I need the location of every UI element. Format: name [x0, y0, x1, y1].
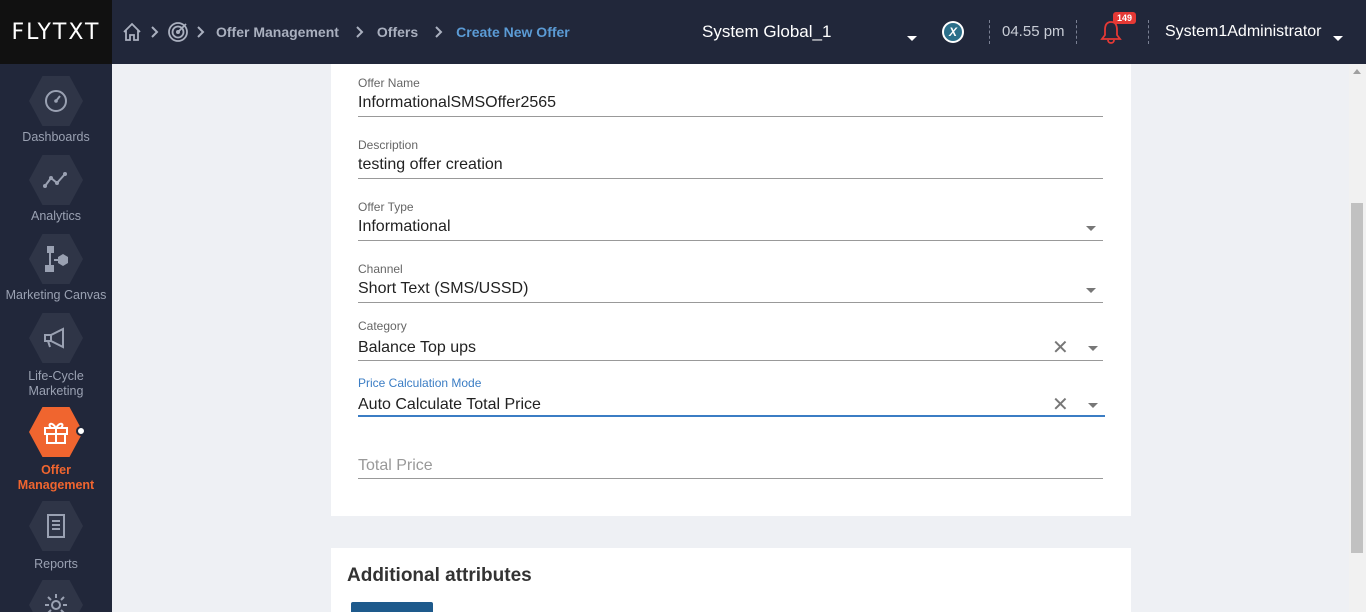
category-label: Category [358, 319, 407, 333]
sidebar-item-label: Analytics [30, 209, 82, 223]
clear-icon[interactable]: ✕ [1052, 394, 1069, 414]
breadcrumb-offer-management[interactable]: Offer Management [216, 24, 339, 40]
category-select[interactable]: Category Balance Top ups ✕ [358, 319, 1103, 363]
scroll-up-icon[interactable] [1353, 69, 1361, 74]
total-price-underline [358, 478, 1103, 479]
description-underline [358, 178, 1103, 179]
divider [1148, 20, 1149, 44]
sidebar-item-label: Offer Management [17, 463, 95, 492]
offer-name-input[interactable]: InformationalSMSOffer2565 [358, 94, 556, 112]
logo-container[interactable]: FLYTXT [0, 0, 112, 64]
organization-selector[interactable]: System Global_1 [702, 22, 831, 42]
category-value[interactable]: Balance Top ups [358, 339, 476, 357]
target-icon[interactable] [166, 20, 190, 44]
x-app-icon[interactable]: X [942, 21, 964, 43]
caret-down-icon[interactable] [1088, 346, 1098, 351]
sidebar-item-label: Reports [34, 557, 78, 571]
additional-attributes-card: Additional attributes [331, 548, 1131, 612]
offer-name-underline [358, 116, 1103, 117]
price-calculation-mode-underline [358, 415, 1105, 417]
breadcrumb-create-new-offer: Create New Offer [456, 24, 570, 40]
sidebar-item-analytics[interactable]: Analytics [0, 155, 112, 224]
gear-icon [29, 580, 83, 612]
chevron-right-icon [144, 20, 166, 44]
chevron-right-icon [428, 20, 450, 44]
clock-time: 04.55 pm [1002, 23, 1065, 40]
sidebar-item-life-cycle-marketing[interactable]: Life-Cycle Marketing [0, 313, 112, 399]
caret-down-icon[interactable] [1086, 288, 1096, 293]
sidebar: Dashboards Analytics Marketing Canvas Li… [0, 64, 112, 612]
sidebar-item-label: Dashboards [22, 130, 90, 144]
caret-down-icon[interactable] [1086, 226, 1096, 231]
flow-icon [29, 234, 83, 284]
channel-value[interactable]: Short Text (SMS/USSD) [358, 280, 528, 298]
price-calculation-mode-label: Price Calculation Mode [358, 376, 482, 390]
description-label: Description [358, 138, 419, 152]
top-bar: FLYTXT Offer Management Offers Create Ne… [0, 0, 1366, 64]
active-indicator-dot [76, 426, 86, 436]
channel-underline [358, 302, 1103, 303]
caret-down-icon[interactable] [1332, 30, 1344, 48]
sidebar-item-offer-management[interactable]: Offer Management [0, 407, 112, 493]
home-icon[interactable] [120, 20, 144, 44]
offer-type-value[interactable]: Informational [358, 218, 451, 236]
offer-type-select[interactable]: Offer Type Informational [358, 200, 1103, 242]
category-underline [358, 360, 1103, 361]
sidebar-item-reports[interactable]: Reports [0, 501, 112, 572]
sidebar-item-dashboards[interactable]: Dashboards [0, 76, 112, 145]
sidebar-item-marketing-canvas[interactable]: Marketing Canvas [0, 234, 112, 303]
offer-type-underline [358, 240, 1103, 241]
gift-icon [29, 407, 83, 457]
description-input[interactable]: testing offer creation [358, 156, 503, 174]
channel-label: Channel [358, 262, 403, 276]
divider [1076, 20, 1077, 44]
scrollbar-thumb[interactable] [1351, 203, 1363, 553]
breadcrumb-offers[interactable]: Offers [377, 24, 418, 40]
gauge-icon [29, 76, 83, 126]
document-icon [29, 501, 83, 551]
divider [989, 20, 990, 44]
price-calculation-mode-select[interactable]: Price Calculation Mode Auto Calculate To… [358, 376, 1105, 420]
offer-name-field[interactable]: Offer Name InformationalSMSOffer2565 [358, 76, 1103, 118]
price-calculation-mode-value[interactable]: Auto Calculate Total Price [358, 396, 541, 414]
breadcrumb: Offer Management Offers Create New Offer [120, 0, 574, 64]
offer-type-label: Offer Type [358, 200, 414, 214]
chevron-right-icon [190, 20, 212, 44]
offer-form-card: Offer Name InformationalSMSOffer2565 Des… [331, 64, 1131, 516]
sidebar-item-label: Marketing Canvas [5, 288, 107, 302]
bell-icon[interactable] [1100, 20, 1122, 49]
user-menu[interactable]: System1Administrator [1165, 23, 1322, 41]
additional-attributes-title: Additional attributes [347, 565, 532, 586]
sidebar-item-settings[interactable] [0, 580, 112, 612]
total-price-field[interactable]: Total Price [358, 452, 1103, 482]
caret-down-icon[interactable] [1088, 403, 1098, 408]
line-chart-icon [29, 155, 83, 205]
caret-down-icon[interactable] [906, 30, 918, 48]
logo: FLYTXT [11, 19, 101, 45]
offer-name-label: Offer Name [358, 76, 420, 90]
total-price-input[interactable]: Total Price [358, 457, 433, 475]
clear-icon[interactable]: ✕ [1052, 337, 1069, 357]
megaphone-icon [29, 313, 83, 363]
channel-select[interactable]: Channel Short Text (SMS/USSD) [358, 262, 1103, 304]
notification-badge: 149 [1113, 12, 1137, 24]
chevron-right-icon [349, 20, 371, 44]
description-field[interactable]: Description testing offer creation [358, 138, 1103, 180]
add-attribute-button[interactable] [351, 602, 433, 612]
sidebar-item-label: Life-Cycle Marketing [28, 369, 84, 398]
